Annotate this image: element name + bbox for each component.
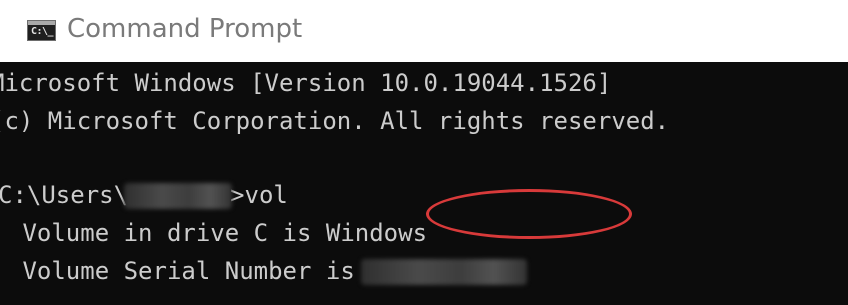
prompt-path-prefix: C:\Users\ [0,181,129,209]
console-line-prompt: C:\Users\ >vol [0,180,288,210]
serial-highlight-circle [426,189,632,239]
console-output[interactable]: Microsoft Windows [Version 10.0.19044.15… [0,62,848,305]
title-bar[interactable]: C:\_ Command Prompt [0,0,848,62]
prompt-command: >vol [230,181,288,209]
command-prompt-window: C:\_ Command Prompt Microsoft Windows [V… [0,0,848,305]
redacted-serial-number [360,259,527,285]
icon-glyph: C:\_ [31,26,54,37]
serial-label: Volume Serial Number is [8,257,355,285]
redacted-username [124,183,233,209]
console-line-version: Microsoft Windows [Version 10.0.19044.15… [0,69,612,97]
console-line-volume-name: Volume in drive C is Windows [8,219,428,247]
console-line-serial: Volume Serial Number is [8,256,527,286]
cmd-icon: C:\_ [27,20,56,41]
window-title: Command Prompt [67,14,303,44]
console-line-copyright: (c) Microsoft Corporation. All rights re… [0,107,670,135]
